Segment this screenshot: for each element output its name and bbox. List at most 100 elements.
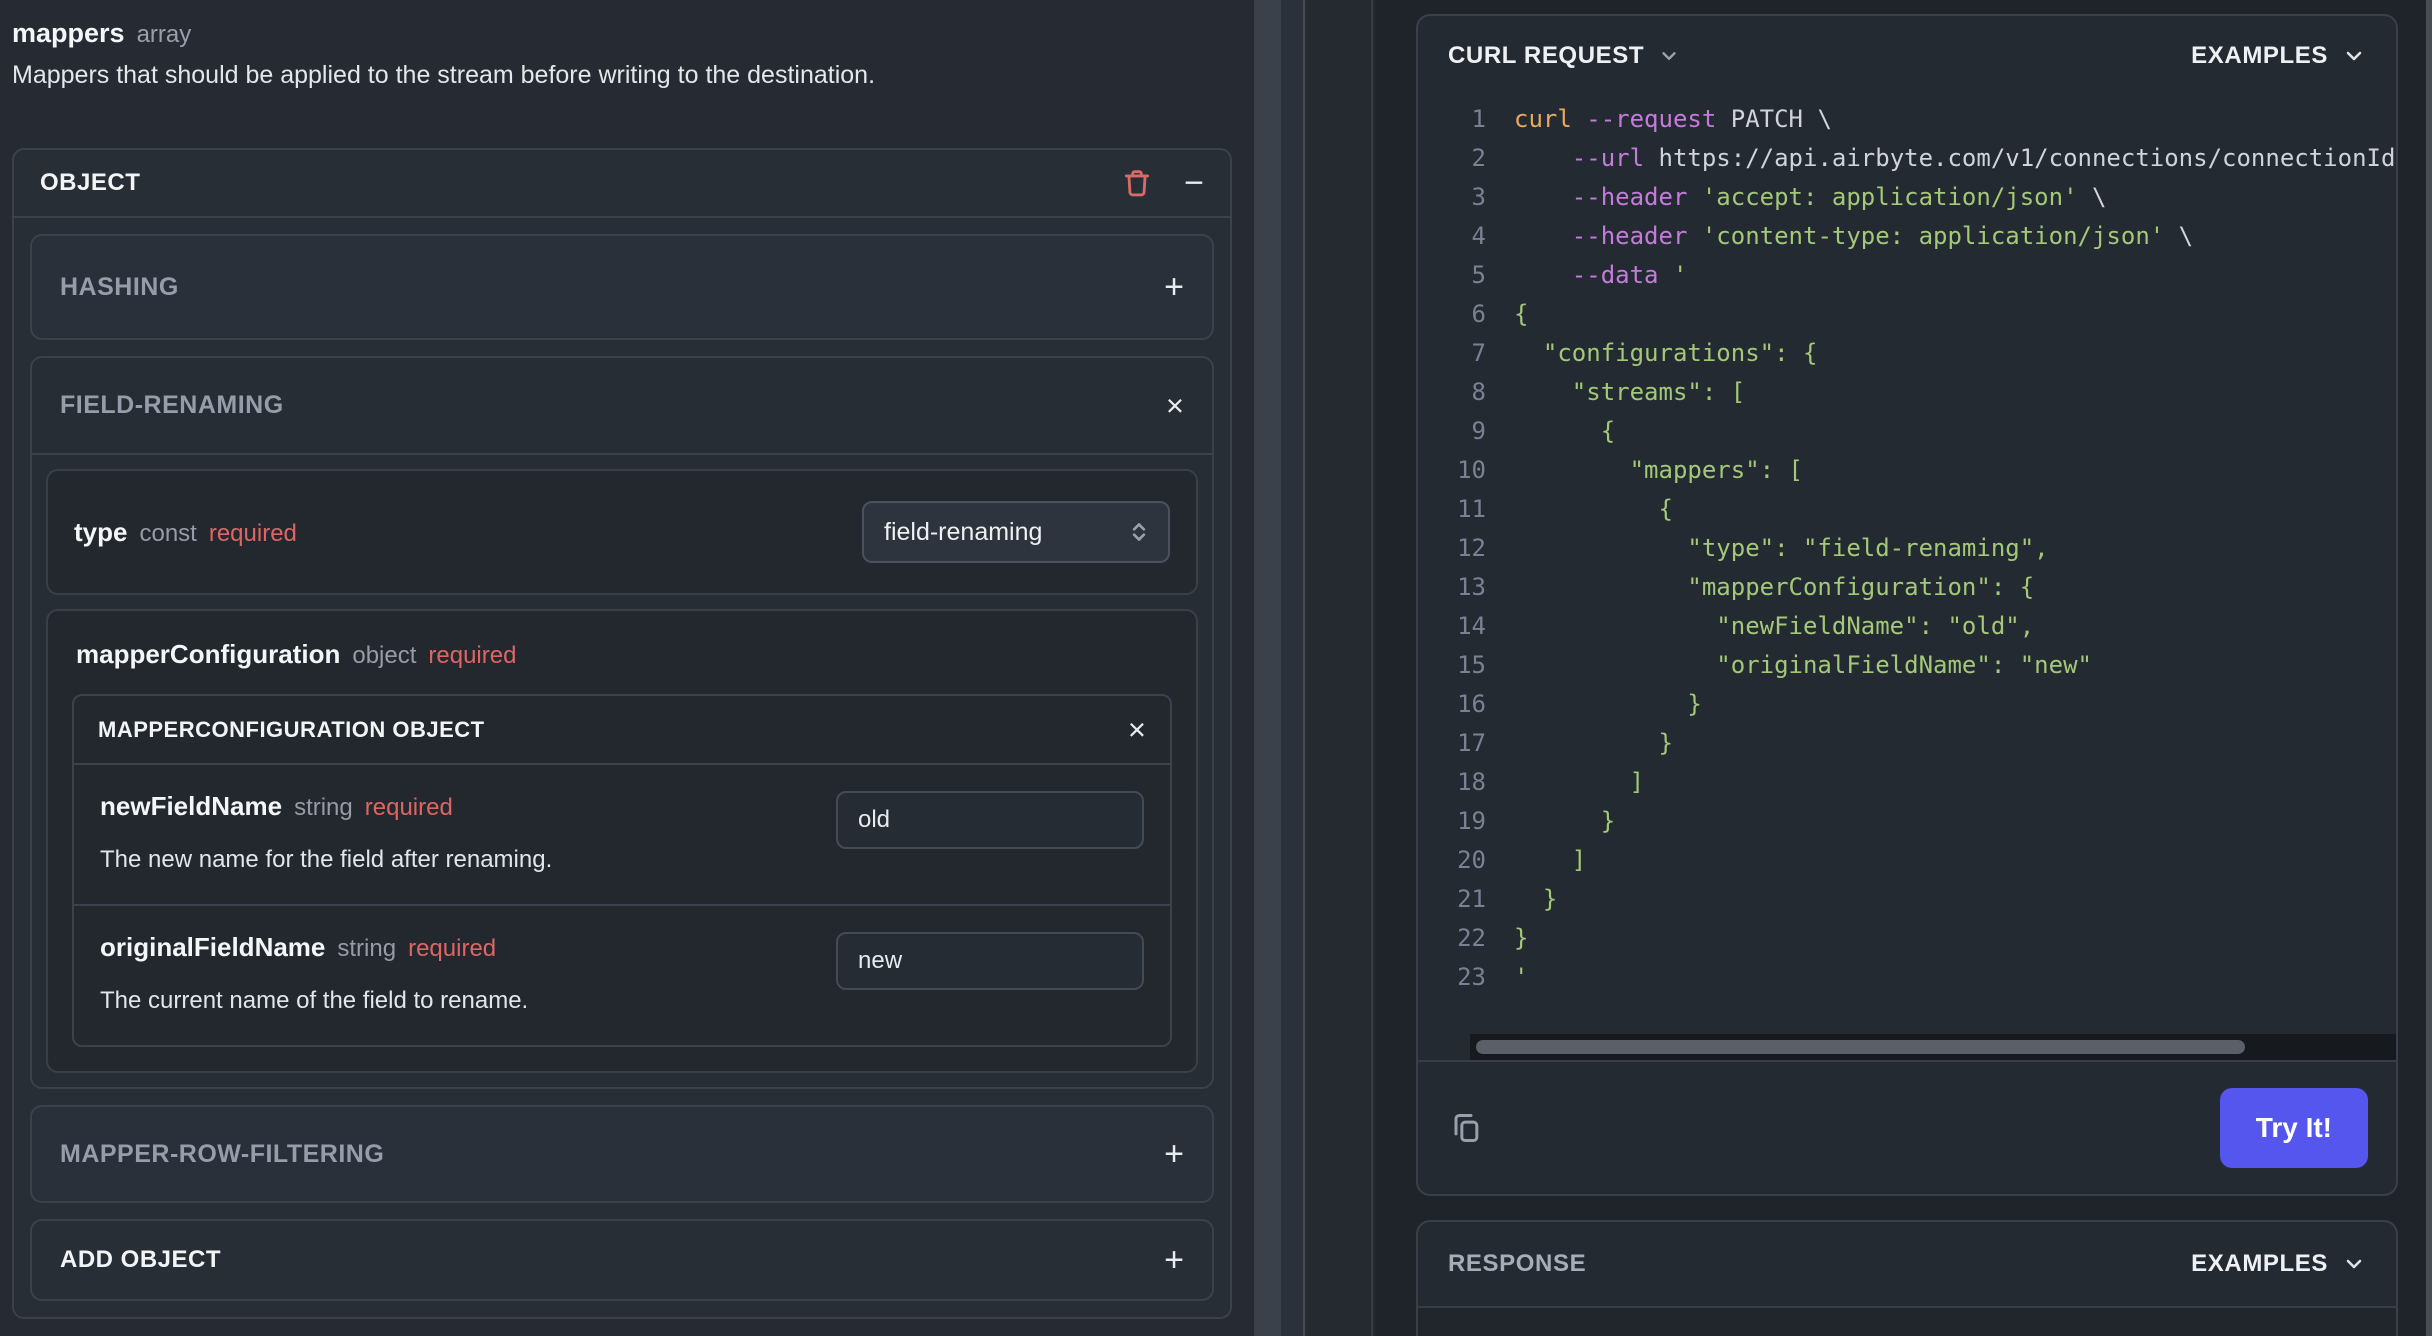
plus-icon[interactable]: + xyxy=(1164,270,1184,304)
code-line: 13 "mapperConfiguration": { xyxy=(1418,568,2396,607)
section-field-renaming: FIELD-RENAMING × type const required fie… xyxy=(30,356,1214,1089)
line-number: 19 xyxy=(1457,807,1486,835)
code-text: { xyxy=(1514,495,1673,523)
line-number: 18 xyxy=(1457,768,1486,796)
chevron-down-icon xyxy=(2342,44,2366,68)
schema-panel: mappers array Mappers that should be app… xyxy=(0,0,1254,1336)
code-text: "mapperConfiguration": { xyxy=(1514,573,2035,601)
line-number: 6 xyxy=(1471,300,1486,328)
code-text: } xyxy=(1514,924,1529,952)
mapper-configuration-name: mapperConfiguration xyxy=(76,639,341,669)
code-line: 14 "newFieldName": "old", xyxy=(1418,607,2396,646)
line-number: 12 xyxy=(1457,534,1486,562)
line-number: 14 xyxy=(1457,612,1486,640)
window-scrollbar[interactable] xyxy=(2426,0,2432,1336)
try-it-button[interactable]: Try It! xyxy=(2219,1088,2368,1168)
line-number: 21 xyxy=(1457,885,1486,913)
code-line: 10 "mappers": [ xyxy=(1418,451,2396,490)
code-text: "configurations": { xyxy=(1514,339,1818,367)
response-body xyxy=(1418,1308,2396,1336)
code-line: 16 } xyxy=(1418,685,2396,724)
object-card-body: HASHING + FIELD-RENAMING × type const re… xyxy=(14,218,1230,1317)
code-line: 4 --header 'content-type: application/js… xyxy=(1418,217,2396,256)
examples-label: EXAMPLES xyxy=(2191,42,2328,69)
code-text: --data ' xyxy=(1571,261,1688,289)
copy-icon xyxy=(1446,1108,1486,1148)
line-number: 8 xyxy=(1471,378,1486,406)
field-required-badge: required xyxy=(408,935,497,962)
mapper-configuration-heading: mapperConfiguration object required xyxy=(76,639,1172,670)
line-number: 22 xyxy=(1457,924,1486,952)
line-number: 5 xyxy=(1471,261,1486,289)
mapper-configuration-required-badge: required xyxy=(428,642,517,669)
line-number: 17 xyxy=(1457,729,1486,757)
code-line: 6{ xyxy=(1418,295,2396,334)
newfieldname-input[interactable] xyxy=(836,791,1144,849)
close-icon[interactable]: × xyxy=(1166,390,1184,421)
line-number: 1 xyxy=(1471,105,1486,133)
section-mapper-row-filtering[interactable]: MAPPER-ROW-FILTERING + xyxy=(30,1105,1214,1203)
code-text: } xyxy=(1514,885,1558,913)
field-description: The current name of the field to rename. xyxy=(100,987,529,1014)
code-text: curl --request PATCH \ xyxy=(1514,105,1832,133)
response-title: RESPONSE xyxy=(1448,1250,1587,1277)
examples-dropdown[interactable]: EXAMPLES xyxy=(2191,42,2366,70)
curl-request-dropdown[interactable]: CURL REQUEST xyxy=(1448,42,1680,70)
curl-request-title: CURL REQUEST xyxy=(1448,42,1645,69)
code-line: 21 } xyxy=(1418,880,2396,919)
field-renaming-header[interactable]: FIELD-RENAMING × xyxy=(32,358,1212,455)
code-lines: 1 curl --request PATCH \ 2 --url https://a… xyxy=(1418,90,2396,1034)
code-line: 1 curl --request PATCH \ xyxy=(1418,100,2396,139)
plus-icon[interactable]: + xyxy=(1164,1243,1184,1277)
property-description: Mappers that should be applied to the st… xyxy=(12,61,876,89)
select-chevrons-icon xyxy=(1126,519,1152,545)
originalfieldname-input[interactable] xyxy=(836,932,1144,990)
mapper-configuration-card: MAPPERCONFIGURATION OBJECT × newFieldNam… xyxy=(72,694,1172,1047)
response-panel: RESPONSE EXAMPLES xyxy=(1416,1220,2398,1336)
code-text: "streams": [ xyxy=(1514,378,1746,406)
line-number: 11 xyxy=(1457,495,1486,523)
type-select[interactable]: field-renaming xyxy=(862,501,1170,563)
left-panel-scrollbar[interactable] xyxy=(1254,0,1281,1336)
code-column: CURL REQUEST EXAMPLES 1 curl --request PA… xyxy=(1375,0,2432,1336)
code-text: ] xyxy=(1514,846,1587,874)
type-name: type xyxy=(74,516,128,547)
code-text: ] xyxy=(1514,768,1645,796)
line-number: 3 xyxy=(1471,183,1486,211)
delete-object-button[interactable] xyxy=(1120,166,1154,200)
scrollbar-thumb[interactable] xyxy=(1476,1040,2245,1054)
code-line: 2 --url https://api.airbyte.com/v1/conne… xyxy=(1418,139,2396,178)
code-text: { xyxy=(1514,417,1616,445)
type-required-badge: required xyxy=(208,519,297,547)
mapper-configuration-card-header: MAPPERCONFIGURATION OBJECT × xyxy=(74,696,1170,765)
type-row: type const required field-renaming xyxy=(46,469,1198,595)
line-number: 2 xyxy=(1471,144,1486,172)
object-card-title: OBJECT xyxy=(40,169,141,196)
type-select-value: field-renaming xyxy=(884,517,1043,546)
code-text: } xyxy=(1514,690,1702,718)
copy-code-button[interactable] xyxy=(1446,1108,1486,1148)
code-horizontal-scrollbar[interactable] xyxy=(1470,1034,2396,1060)
type-kind: const xyxy=(139,519,197,547)
code-line: 17 } xyxy=(1418,724,2396,763)
mapper-row-filtering-label: MAPPER-ROW-FILTERING xyxy=(60,1139,385,1168)
mapper-configuration-card-title: MAPPERCONFIGURATION OBJECT xyxy=(98,716,485,742)
add-object-button[interactable]: ADD OBJECT + xyxy=(30,1219,1214,1301)
property-heading: mappers array xyxy=(12,18,1232,49)
plus-icon[interactable]: + xyxy=(1164,1137,1184,1171)
line-number: 10 xyxy=(1457,456,1486,484)
object-card-header: OBJECT − xyxy=(14,150,1230,218)
code-line: 20 ] xyxy=(1418,841,2396,880)
collapse-object-button[interactable]: − xyxy=(1184,166,1204,200)
field-name: newFieldName xyxy=(100,791,283,821)
code-line: 5 --data ' xyxy=(1418,256,2396,295)
section-hashing[interactable]: HASHING + xyxy=(30,234,1214,340)
code-line: 11 { xyxy=(1418,490,2396,529)
line-number: 4 xyxy=(1471,222,1486,250)
response-examples-dropdown[interactable]: EXAMPLES xyxy=(2191,1250,2366,1278)
hashing-label: HASHING xyxy=(60,272,179,301)
field-renaming-label: FIELD-RENAMING xyxy=(60,391,284,419)
close-icon[interactable]: × xyxy=(1128,714,1146,745)
code-line: 8 "streams": [ xyxy=(1418,373,2396,412)
field-description: The new name for the field after renamin… xyxy=(100,846,553,873)
